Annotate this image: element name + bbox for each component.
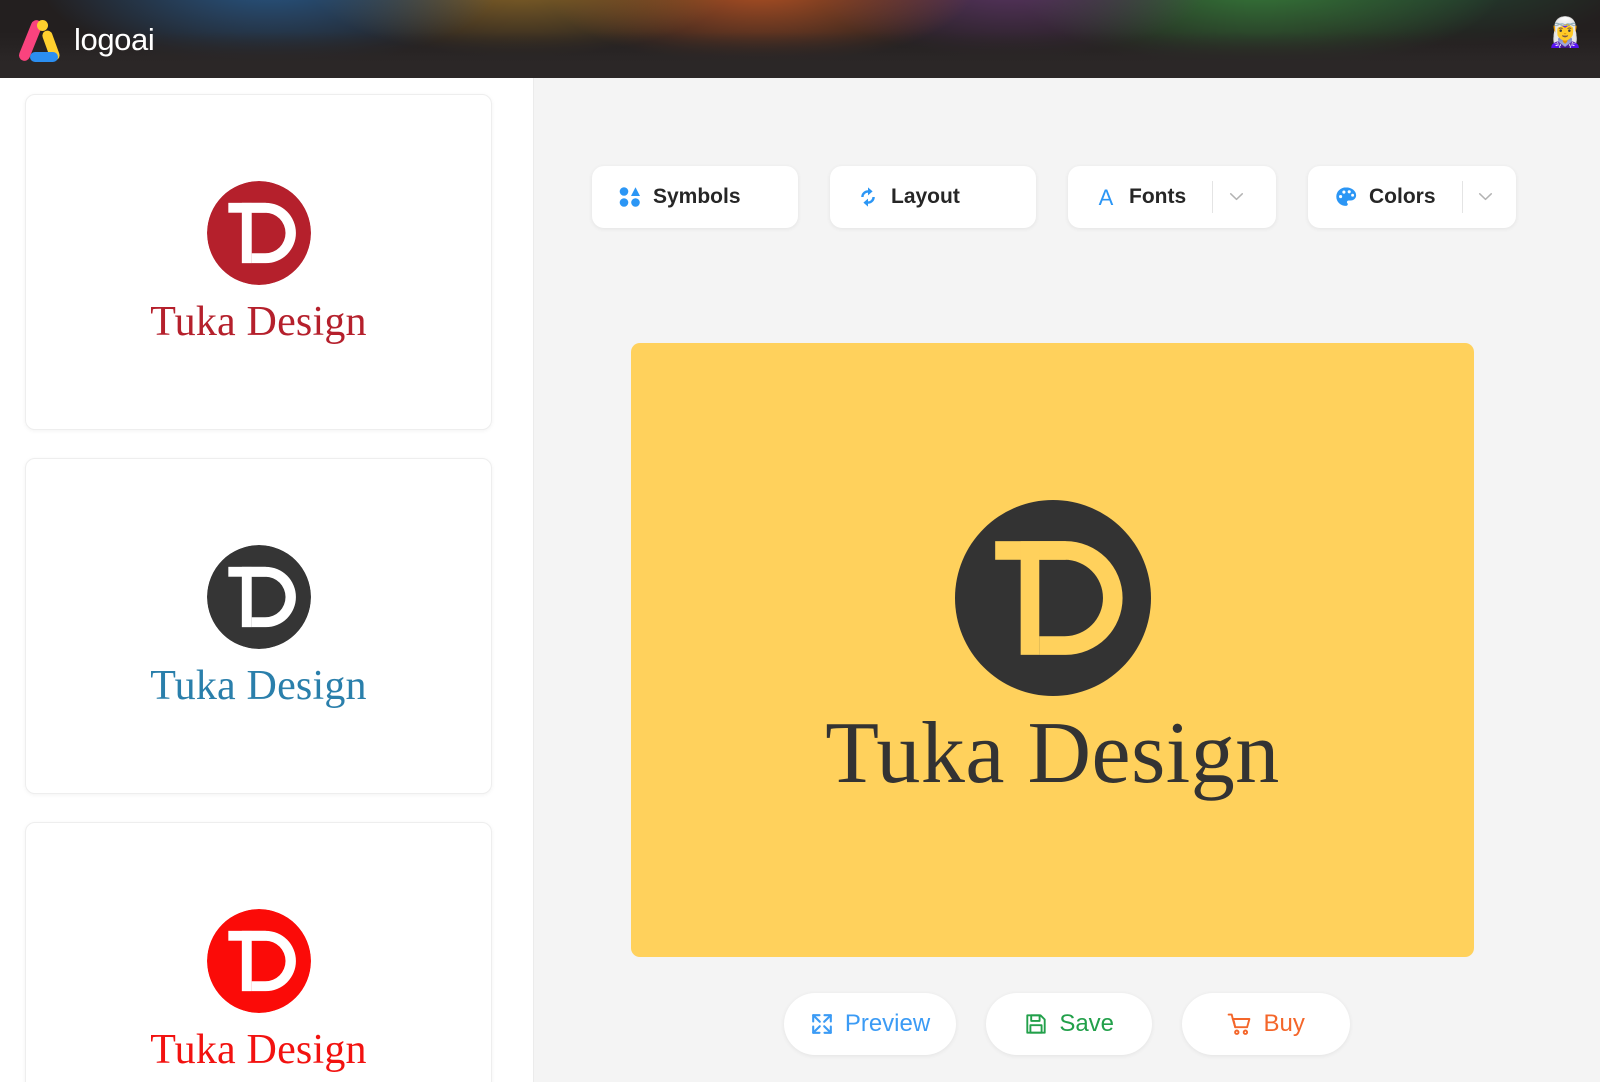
monogram-td-icon [954, 499, 1151, 696]
logo-variant-name: Tuka Design [150, 663, 367, 709]
monogram-td-icon [206, 909, 311, 1013]
font-a-icon: A [1094, 185, 1118, 209]
app-body: Tuka Design Tuka Design Tuka Design Symb… [0, 78, 1600, 1082]
brand-name: logoai [74, 21, 155, 57]
logo-variant-name: Tuka Design [150, 299, 367, 345]
fonts-dropdown-toggle[interactable] [1212, 166, 1260, 228]
preview-label: Preview [844, 1010, 931, 1037]
editor-action-bar: Preview Save Buy [534, 993, 1600, 1055]
chevron-down-icon [1229, 188, 1244, 206]
header-aurora-gradient [0, 0, 1600, 78]
brand-logo[interactable]: logoai [16, 16, 155, 63]
logo-variant-name: Tuka Design [150, 1027, 367, 1073]
floppy-disk-icon [1024, 1012, 1048, 1036]
colors-label: Colors [1369, 185, 1436, 208]
buy-button[interactable]: Buy [1182, 993, 1351, 1055]
logo-variant-card[interactable]: Tuka Design [25, 94, 492, 430]
logo-variants-sidebar[interactable]: Tuka Design Tuka Design Tuka Design [0, 78, 534, 1082]
layout-button[interactable]: Layout [830, 166, 1036, 228]
expand-fullscreen-icon [810, 1012, 834, 1036]
shopping-cart-icon [1227, 1012, 1252, 1036]
header-fade-overlay [0, 32, 1600, 78]
logo-variant-card[interactable]: Tuka Design [25, 458, 492, 794]
layout-label: Layout [891, 185, 960, 208]
symbols-label: Symbols [653, 185, 741, 208]
svg-text:A: A [1099, 185, 1114, 209]
monogram-td-icon [206, 545, 311, 649]
logo-canvas-preview[interactable]: Tuka Design [631, 343, 1474, 957]
symbols-grid-icon [618, 185, 642, 209]
monogram-td-icon [206, 181, 311, 285]
save-button[interactable]: Save [986, 993, 1153, 1055]
app-header: logoai 🧝‍♀️ [0, 0, 1600, 78]
fonts-button[interactable]: A Fonts [1068, 166, 1276, 228]
canvas-logo-name: Tuka Design [825, 704, 1280, 802]
symbols-button[interactable]: Symbols [592, 166, 798, 228]
color-palette-icon [1334, 185, 1358, 209]
preview-button[interactable]: Preview [783, 993, 957, 1055]
editor-main-panel: Symbols Layout A Fonts Colors Tuka Desig… [534, 78, 1600, 1082]
chevron-down-icon [1478, 188, 1493, 206]
colors-button[interactable]: Colors [1308, 166, 1516, 228]
editor-toolbar: Symbols Layout A Fonts Colors [534, 78, 1600, 228]
logo-variant-card[interactable]: Tuka Design [25, 822, 492, 1082]
layout-refresh-icon [856, 185, 880, 209]
user-avatar-emoji[interactable]: 🧝‍♀️ [1547, 15, 1583, 51]
logoai-triangle-a-icon [16, 16, 66, 63]
save-label: Save [1059, 1010, 1115, 1037]
avatar-glyph: 🧝‍♀️ [1546, 16, 1584, 49]
fonts-label: Fonts [1129, 185, 1187, 208]
buy-label: Buy [1263, 1010, 1305, 1037]
colors-dropdown-toggle[interactable] [1461, 166, 1510, 228]
